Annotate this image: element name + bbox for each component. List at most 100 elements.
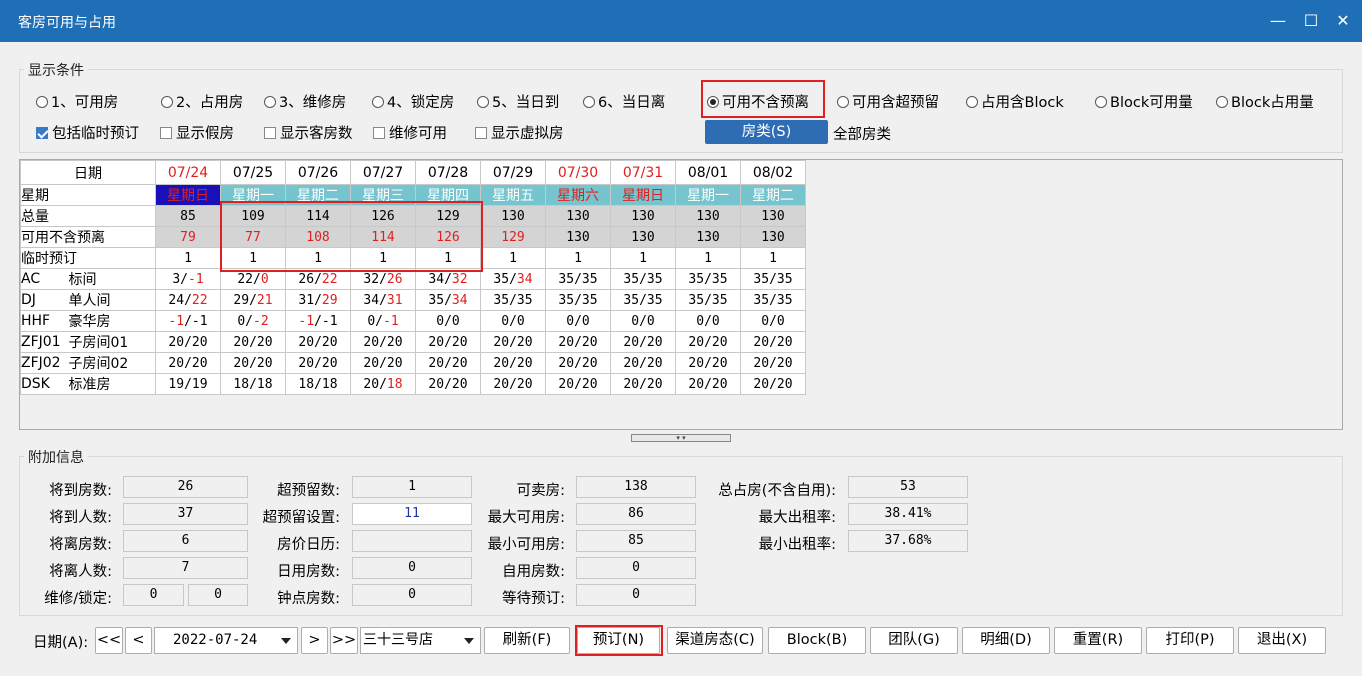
channel-status-button[interactable]: 渠道房态(C) [667,627,763,654]
close-icon[interactable]: ✕ [1330,10,1356,32]
room-cell[interactable]: 0/0 [545,310,611,332]
weekday-cell[interactable]: 星期六 [545,184,611,206]
radio-arrivals[interactable]: 5、当日到 [477,91,559,112]
date-cell[interactable]: 08/02 [740,160,806,185]
room-cell[interactable]: 0/0 [675,310,741,332]
room-cell[interactable]: 20/20 [545,352,611,374]
room-cell[interactable]: 20/20 [220,352,286,374]
room-cell[interactable]: 20/20 [480,373,546,395]
weekday-cell[interactable]: 星期五 [480,184,546,206]
room-cell[interactable]: -1/-1 [155,310,221,332]
room-type-button[interactable]: 房类(S) [705,120,828,144]
temp-reservation-row-cell[interactable]: 1 [545,247,611,269]
avail-row-cell[interactable]: 126 [415,226,481,248]
next-date-button[interactable]: > [301,627,328,654]
room-cell[interactable]: 20/20 [610,352,676,374]
temp-reservation-row-cell[interactable]: 1 [675,247,741,269]
room-cell[interactable]: 20/20 [675,373,741,395]
prev-date-button[interactable]: < [125,627,152,654]
room-cell[interactable]: 20/20 [415,352,481,374]
room-cell[interactable]: 29/21 [220,289,286,311]
room-cell[interactable]: 31/29 [285,289,351,311]
total-row-cell[interactable]: 130 [480,205,546,227]
total-row-cell[interactable]: 126 [350,205,416,227]
temp-reservation-row-cell[interactable]: 1 [415,247,481,269]
room-cell[interactable]: 18/18 [220,373,286,395]
temp-reservation-row-cell[interactable]: 1 [285,247,351,269]
splitter-handle[interactable]: ▾ ▾ [631,434,731,442]
room-cell[interactable]: 20/20 [545,331,611,353]
radio-maintenance[interactable]: 3、维修房 [264,91,346,112]
check-include-temp-reservations[interactable]: 包括临时预订 [36,122,139,143]
room-cell[interactable]: 20/20 [480,352,546,374]
room-cell[interactable]: 0/0 [610,310,676,332]
radio-available-excl-departures[interactable]: 可用不含预离 [707,91,809,112]
radio-available[interactable]: 1、可用房 [36,91,118,112]
room-cell[interactable]: 20/20 [155,331,221,353]
maximize-icon[interactable]: ☐ [1298,10,1324,32]
total-row-cell[interactable]: 130 [675,205,741,227]
room-cell[interactable]: 35/34 [480,268,546,290]
room-cell[interactable]: 20/20 [480,331,546,353]
temp-reservation-row-cell[interactable]: 1 [610,247,676,269]
weekday-cell[interactable]: 星期四 [415,184,481,206]
reserve-button[interactable]: 预订(N) [577,627,660,654]
radio-locked[interactable]: 4、锁定房 [372,91,454,112]
overbook-set-field[interactable]: 11 [352,503,472,525]
date-cell[interactable]: 07/28 [415,160,481,185]
weekday-cell[interactable]: 星期一 [675,184,741,206]
room-cell[interactable]: 35/35 [740,268,806,290]
date-cell[interactable]: 07/24 [155,160,221,185]
room-cell[interactable]: 20/20 [285,331,351,353]
temp-reservation-row-cell[interactable]: 1 [740,247,806,269]
room-cell[interactable]: 20/20 [220,331,286,353]
radio-block-occupied[interactable]: Block占用量 [1216,91,1314,112]
room-cell[interactable]: 35/35 [545,268,611,290]
room-cell[interactable]: 24/22 [155,289,221,311]
date-cell[interactable]: 08/01 [675,160,741,185]
avail-row-cell[interactable]: 130 [610,226,676,248]
room-cell[interactable]: 35/35 [610,268,676,290]
print-button[interactable]: 打印(P) [1146,627,1234,654]
room-cell[interactable]: 20/20 [740,352,806,374]
room-cell[interactable]: 35/35 [480,289,546,311]
room-cell[interactable]: 20/20 [740,331,806,353]
temp-reservation-row-cell[interactable]: 1 [480,247,546,269]
room-cell[interactable]: 20/20 [415,331,481,353]
date-cell[interactable]: 07/31 [610,160,676,185]
avail-row-cell[interactable]: 77 [220,226,286,248]
block-button[interactable]: Block(B) [768,627,866,654]
temp-reservation-row-cell[interactable]: 1 [350,247,416,269]
room-cell[interactable]: 0/-2 [220,310,286,332]
radio-block-available[interactable]: Block可用量 [1095,91,1193,112]
weekday-cell[interactable]: 星期日 [155,184,221,206]
room-cell[interactable]: 35/35 [545,289,611,311]
room-cell[interactable]: 34/32 [415,268,481,290]
date-cell[interactable]: 07/30 [545,160,611,185]
weekday-cell[interactable]: 星期日 [610,184,676,206]
radio-occupied[interactable]: 2、占用房 [161,91,243,112]
date-cell[interactable]: 07/26 [285,160,351,185]
total-row-cell[interactable]: 130 [545,205,611,227]
room-cell[interactable]: 35/35 [610,289,676,311]
avail-row-cell[interactable]: 114 [350,226,416,248]
room-cell[interactable]: 20/20 [740,373,806,395]
weekday-cell[interactable]: 星期三 [350,184,416,206]
room-cell[interactable]: 20/20 [610,373,676,395]
total-row-cell[interactable]: 109 [220,205,286,227]
radio-departures[interactable]: 6、当日离 [583,91,665,112]
check-maintenance-available[interactable]: 维修可用 [373,122,447,143]
weekday-cell[interactable]: 星期一 [220,184,286,206]
check-show-fake-rooms[interactable]: 显示假房 [160,122,234,143]
room-cell[interactable]: 35/35 [675,289,741,311]
detail-button[interactable]: 明细(D) [962,627,1050,654]
radio-available-incl-overbook[interactable]: 可用含超预留 [837,91,939,112]
date-picker[interactable]: 2022-07-24 [154,627,298,654]
room-cell[interactable]: 20/20 [285,352,351,374]
check-show-room-count[interactable]: 显示客房数 [264,122,353,143]
room-cell[interactable]: 20/20 [610,331,676,353]
weekday-cell[interactable]: 星期二 [285,184,351,206]
room-cell[interactable]: 0/0 [740,310,806,332]
total-row-cell[interactable]: 129 [415,205,481,227]
total-row-cell[interactable]: 114 [285,205,351,227]
